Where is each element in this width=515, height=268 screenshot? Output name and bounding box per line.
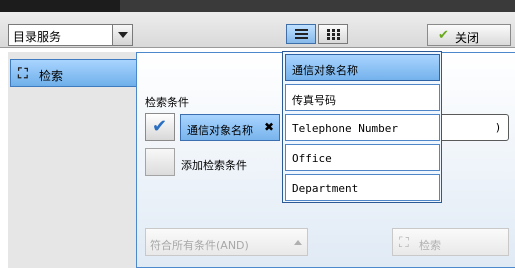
remove-icon[interactable]: ✖ bbox=[264, 120, 274, 134]
chevron-down-icon[interactable] bbox=[112, 25, 132, 45]
dropdown-item-telephone-number[interactable]: Telephone Number bbox=[285, 114, 440, 141]
grid-view-button[interactable] bbox=[318, 24, 348, 44]
dropdown-item-label: 传真号码 bbox=[292, 94, 336, 107]
list-icon bbox=[295, 29, 308, 40]
dropdown-item-contact-name[interactable]: 通信对象名称 bbox=[285, 54, 440, 81]
search-button[interactable]: ⛶ 检索 bbox=[392, 228, 509, 256]
checkmark-icon: ✔ bbox=[152, 116, 168, 137]
criteria-title: 检索条件 bbox=[145, 96, 189, 109]
binoculars-icon: ⛶ bbox=[399, 235, 409, 251]
dropdown-item-label: Telephone Number bbox=[292, 122, 398, 135]
list-view-button[interactable] bbox=[286, 24, 316, 44]
grid-icon bbox=[327, 29, 340, 40]
add-criteria-checkbox[interactable] bbox=[145, 148, 175, 176]
search-button-label: 检索 bbox=[419, 239, 441, 252]
match-mode-label: 符合所有条件(AND) bbox=[150, 239, 249, 252]
sidebar-item-search[interactable]: ⛶ 检索 bbox=[10, 59, 138, 87]
criteria-checkbox-checked[interactable]: ✔ bbox=[145, 113, 175, 141]
service-select[interactable]: 目录服务 bbox=[8, 24, 133, 46]
criteria-item[interactable]: 通信对象名称 ✖ bbox=[180, 114, 280, 141]
dropdown-item-fax-number[interactable]: 传真号码 bbox=[285, 84, 440, 111]
criteria-value-text: ) bbox=[495, 121, 500, 134]
dropdown-item-label: Department bbox=[292, 182, 359, 195]
service-select-label: 目录服务 bbox=[13, 30, 62, 44]
criteria-item-label: 通信对象名称 bbox=[187, 124, 253, 137]
binoculars-icon: ⛶ bbox=[18, 66, 28, 82]
add-criteria-label: 添加检索条件 bbox=[181, 159, 247, 172]
checkmark-icon: ✔ bbox=[438, 28, 449, 43]
dropdown-item-office[interactable]: Office bbox=[285, 144, 440, 171]
close-button[interactable]: ✔ 关闭 bbox=[427, 24, 511, 46]
chevron-up-icon bbox=[294, 240, 302, 245]
dropdown-item-department[interactable]: Department bbox=[285, 174, 440, 201]
dropdown-item-label: 通信对象名称 bbox=[292, 64, 358, 77]
sidebar-item-label: 检索 bbox=[39, 69, 64, 83]
criteria-dropdown: 通信对象名称 传真号码 Telephone Number Office Depa… bbox=[282, 51, 442, 203]
top-toolbar: 目录服务 ✔ 关闭 bbox=[0, 0, 515, 48]
close-button-label: 关闭 bbox=[455, 31, 480, 45]
dropdown-item-label: Office bbox=[292, 152, 332, 165]
match-mode-select[interactable]: 符合所有条件(AND) bbox=[145, 228, 308, 256]
status-strip bbox=[0, 0, 515, 12]
